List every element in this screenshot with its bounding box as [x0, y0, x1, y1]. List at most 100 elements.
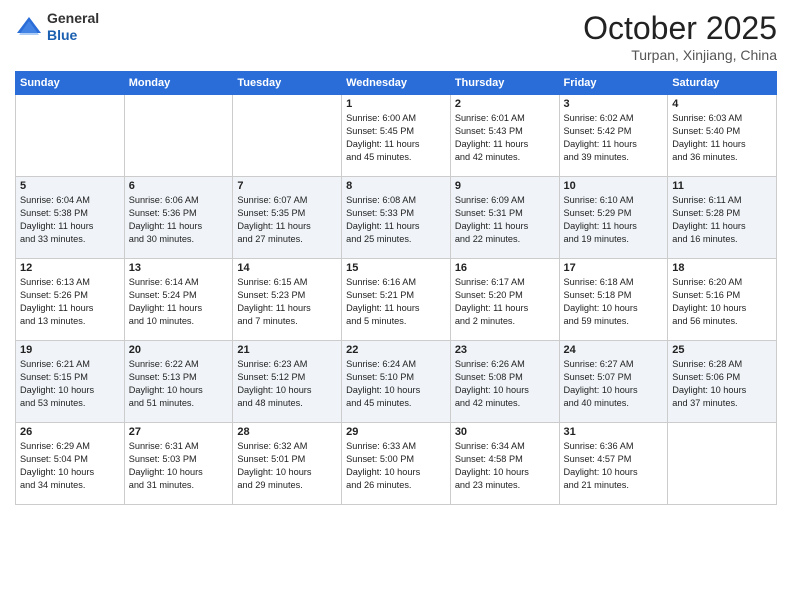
- day-number: 30: [455, 426, 555, 438]
- day-info: Sunrise: 6:21 AMSunset: 5:15 PMDaylight:…: [20, 358, 120, 410]
- day-info: Sunrise: 6:18 AMSunset: 5:18 PMDaylight:…: [564, 276, 664, 328]
- day-number: 15: [346, 262, 446, 274]
- day-number: 2: [455, 98, 555, 110]
- day-of-week-header: Thursday: [450, 72, 559, 95]
- calendar-cell: 6 Sunrise: 6:06 AMSunset: 5:36 PMDaylight…: [124, 177, 233, 259]
- calendar-cell: 13Sunrise: 6:14 AMSunset: 5:24 PMDayligh…: [124, 259, 233, 341]
- day-info: Sunrise: 6:06 AMSunset: 5:36 PMDaylight:…: [129, 194, 229, 246]
- calendar-cell: 23 Sunrise: 6:26 AMSunset: 5:08 PMDayligh…: [450, 341, 559, 423]
- calendar-cell: 15 Sunrise: 6:16 AMSunset: 5:21 PMDayligh…: [342, 259, 451, 341]
- calendar-cell: 17 Sunrise: 6:18 AMSunset: 5:18 PMDayligh…: [559, 259, 668, 341]
- calendar-cell: 4 Sunrise: 6:03 AMSunset: 5:40 PMDaylight…: [668, 95, 777, 177]
- day-info: Sunrise: 6:10 AMSunset: 5:29 PMDaylight:…: [564, 194, 664, 246]
- day-info: Sunrise: 6:27 AMSunset: 5:07 PMDaylight:…: [564, 358, 664, 410]
- day-number: 8: [346, 180, 446, 192]
- day-number: 24: [564, 344, 664, 356]
- logo-icon: [15, 13, 43, 41]
- calendar-cell: 10 Sunrise: 6:10 AMSunset: 5:29 PMDayligh…: [559, 177, 668, 259]
- calendar-table: SundayMondayTuesdayWednesdayThursdayFrid…: [15, 71, 777, 505]
- calendar-week-row: 26Sunrise: 6:29 AMSunset: 5:04 PMDayligh…: [16, 423, 777, 505]
- calendar-week-row: 12 Sunrise: 6:13 AMSunset: 5:26 PMDayligh…: [16, 259, 777, 341]
- calendar-cell: 27 Sunrise: 6:31 AMSunset: 5:03 PMDayligh…: [124, 423, 233, 505]
- day-info: Sunrise: 6:24 AMSunset: 5:10 PMDaylight:…: [346, 358, 446, 410]
- day-number: 27: [129, 426, 229, 438]
- calendar-cell: 9 Sunrise: 6:09 AMSunset: 5:31 PMDaylight…: [450, 177, 559, 259]
- day-info: Sunrise: 6:13 AMSunset: 5:26 PMDaylight:…: [20, 276, 120, 328]
- day-number: 16: [455, 262, 555, 274]
- calendar-cell: [16, 95, 125, 177]
- calendar-cell: 16 Sunrise: 6:17 AMSunset: 5:20 PMDayligh…: [450, 259, 559, 341]
- day-info: Sunrise: 6:26 AMSunset: 5:08 PMDaylight:…: [455, 358, 555, 410]
- logo-text: General Blue: [47, 10, 99, 44]
- day-number: 17: [564, 262, 664, 274]
- day-info: Sunrise: 6:31 AMSunset: 5:03 PMDaylight:…: [129, 440, 229, 492]
- day-of-week-header: Tuesday: [233, 72, 342, 95]
- day-number: 31: [564, 426, 664, 438]
- calendar-cell: [668, 423, 777, 505]
- day-of-week-header: Monday: [124, 72, 233, 95]
- day-number: 25: [672, 344, 772, 356]
- day-info: Sunrise: 6:16 AMSunset: 5:21 PMDaylight:…: [346, 276, 446, 328]
- day-number: 11: [672, 180, 772, 192]
- day-number: 23: [455, 344, 555, 356]
- day-info: Sunrise: 6:22 AMSunset: 5:13 PMDaylight:…: [129, 358, 229, 410]
- day-number: 20: [129, 344, 229, 356]
- calendar-cell: 30 Sunrise: 6:34 AMSunset: 4:58 PMDayligh…: [450, 423, 559, 505]
- calendar-cell: 28Sunrise: 6:32 AMSunset: 5:01 PMDayligh…: [233, 423, 342, 505]
- day-number: 10: [564, 180, 664, 192]
- day-info: Sunrise: 6:34 AMSunset: 4:58 PMDaylight:…: [455, 440, 555, 492]
- calendar-cell: 7Sunrise: 6:07 AMSunset: 5:35 PMDaylight…: [233, 177, 342, 259]
- calendar-cell: 11Sunrise: 6:11 AMSunset: 5:28 PMDayligh…: [668, 177, 777, 259]
- day-of-week-header: Friday: [559, 72, 668, 95]
- calendar-cell: 18 Sunrise: 6:20 AMSunset: 5:16 PMDayligh…: [668, 259, 777, 341]
- calendar-cell: [124, 95, 233, 177]
- day-info: Sunrise: 6:36 AMSunset: 4:57 PMDaylight:…: [564, 440, 664, 492]
- day-number: 3: [564, 98, 664, 110]
- calendar-cell: 25 Sunrise: 6:28 AMSunset: 5:06 PMDayligh…: [668, 341, 777, 423]
- calendar-cell: 21Sunrise: 6:23 AMSunset: 5:12 PMDayligh…: [233, 341, 342, 423]
- day-info: Sunrise: 6:04 AMSunset: 5:38 PMDaylight:…: [20, 194, 120, 246]
- day-number: 19: [20, 344, 120, 356]
- day-info: Sunrise: 6:00 AMSunset: 5:45 PMDaylight:…: [346, 112, 446, 164]
- day-info: Sunrise: 6:20 AMSunset: 5:16 PMDaylight:…: [672, 276, 772, 328]
- day-number: 6: [129, 180, 229, 192]
- day-number: 5: [20, 180, 120, 192]
- calendar-week-row: 5 Sunrise: 6:04 AMSunset: 5:38 PMDaylight…: [16, 177, 777, 259]
- day-of-week-header: Wednesday: [342, 72, 451, 95]
- calendar-cell: 5 Sunrise: 6:04 AMSunset: 5:38 PMDaylight…: [16, 177, 125, 259]
- calendar-cell: 22Sunrise: 6:24 AMSunset: 5:10 PMDayligh…: [342, 341, 451, 423]
- day-info: Sunrise: 6:17 AMSunset: 5:20 PMDaylight:…: [455, 276, 555, 328]
- day-info: Sunrise: 6:03 AMSunset: 5:40 PMDaylight:…: [672, 112, 772, 164]
- day-number: 4: [672, 98, 772, 110]
- calendar-cell: 2Sunrise: 6:01 AMSunset: 5:43 PMDaylight…: [450, 95, 559, 177]
- calendar-cell: 26Sunrise: 6:29 AMSunset: 5:04 PMDayligh…: [16, 423, 125, 505]
- calendar-cell: 31 Sunrise: 6:36 AMSunset: 4:57 PMDayligh…: [559, 423, 668, 505]
- calendar-cell: 8 Sunrise: 6:08 AMSunset: 5:33 PMDaylight…: [342, 177, 451, 259]
- day-info: Sunrise: 6:02 AMSunset: 5:42 PMDaylight:…: [564, 112, 664, 164]
- day-info: Sunrise: 6:08 AMSunset: 5:33 PMDaylight:…: [346, 194, 446, 246]
- calendar-page: General Blue October 2025 Turpan, Xinjia…: [0, 0, 792, 612]
- logo: General Blue: [15, 10, 99, 44]
- day-number: 26: [20, 426, 120, 438]
- calendar-cell: 12 Sunrise: 6:13 AMSunset: 5:26 PMDayligh…: [16, 259, 125, 341]
- calendar-cell: 3 Sunrise: 6:02 AMSunset: 5:42 PMDaylight…: [559, 95, 668, 177]
- day-number: 9: [455, 180, 555, 192]
- header: General Blue October 2025 Turpan, Xinjia…: [15, 10, 777, 63]
- day-info: Sunrise: 6:15 AMSunset: 5:23 PMDaylight:…: [237, 276, 337, 328]
- day-number: 18: [672, 262, 772, 274]
- header-row: SundayMondayTuesdayWednesdayThursdayFrid…: [16, 72, 777, 95]
- logo-blue: Blue: [47, 27, 77, 43]
- day-info: Sunrise: 6:09 AMSunset: 5:31 PMDaylight:…: [455, 194, 555, 246]
- day-number: 12: [20, 262, 120, 274]
- calendar-cell: 20 Sunrise: 6:22 AMSunset: 5:13 PMDayligh…: [124, 341, 233, 423]
- logo-general: General: [47, 10, 99, 26]
- day-number: 13: [129, 262, 229, 274]
- day-number: 21: [237, 344, 337, 356]
- month-title: October 2025: [583, 10, 777, 47]
- calendar-week-row: 19 Sunrise: 6:21 AMSunset: 5:15 PMDayligh…: [16, 341, 777, 423]
- title-block: October 2025 Turpan, Xinjiang, China: [583, 10, 777, 63]
- day-info: Sunrise: 6:28 AMSunset: 5:06 PMDaylight:…: [672, 358, 772, 410]
- calendar-cell: 1Sunrise: 6:00 AMSunset: 5:45 PMDaylight…: [342, 95, 451, 177]
- day-info: Sunrise: 6:07 AMSunset: 5:35 PMDaylight:…: [237, 194, 337, 246]
- location: Turpan, Xinjiang, China: [583, 47, 777, 63]
